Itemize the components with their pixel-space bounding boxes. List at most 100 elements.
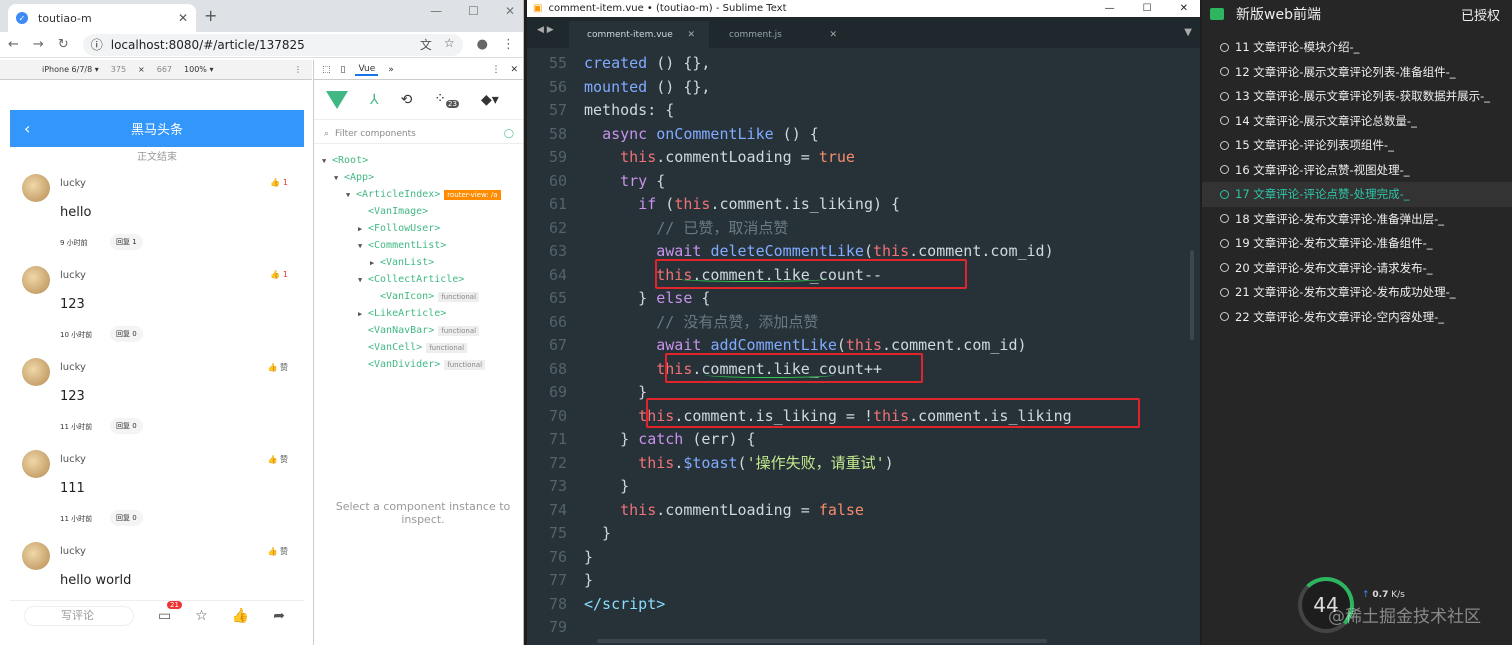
tree-node[interactable]: ▼ <ArticleIndex> router-view: /a <box>314 186 523 204</box>
lesson-item[interactable]: 16 文章评论-评论点赞-视图处理-_ <box>1202 158 1512 183</box>
collapse-arrow-icon[interactable]: ▼ <box>358 238 368 255</box>
tree-node[interactable]: ▶ <LikeArticle> <box>314 305 523 323</box>
avatar[interactable] <box>22 450 50 478</box>
device-width[interactable]: 375 <box>111 65 126 74</box>
more-icon[interactable]: ⋮ <box>294 65 302 74</box>
tab-dropdown-icon[interactable]: ▼ <box>1184 27 1192 38</box>
lesson-item[interactable]: 18 文章评论-发布文章评论-准备弹出层-_ <box>1202 207 1512 232</box>
avatar[interactable] <box>22 542 50 570</box>
menu-dots-icon[interactable]: ⋮ <box>502 37 515 52</box>
close-tab-icon[interactable]: ✕ <box>178 11 188 25</box>
tab-comment-item[interactable]: comment-item.vue ✕ <box>569 21 709 48</box>
lesson-item[interactable]: 11 文章评论-模块介绍-_ <box>1202 35 1512 60</box>
filter-components[interactable]: ⌕ Filter components ◯ <box>314 124 523 144</box>
sub-minimize-icon[interactable]: — <box>1105 3 1115 14</box>
reply-button[interactable]: 回复 0 <box>110 418 143 434</box>
zoom-select[interactable]: 100% ▾ <box>184 65 213 74</box>
back-icon[interactable]: ← <box>8 37 19 52</box>
lesson-item[interactable]: 19 文章评论-发布文章评论-准备组件-_ <box>1202 231 1512 256</box>
sub-maximize-icon[interactable]: ☐ <box>1143 3 1152 14</box>
comment-icon[interactable]: ▭ 21 <box>158 600 182 624</box>
star-icon[interactable]: ☆ <box>195 608 208 624</box>
write-comment-button[interactable]: 写评论 <box>24 605 134 626</box>
device-icon[interactable]: ▯ <box>341 65 346 75</box>
reply-button[interactable]: 回复 1 <box>110 234 143 250</box>
collapse-arrow-icon[interactable]: ▼ <box>322 153 332 170</box>
tree-node[interactable]: <VanIcon> functional <box>314 288 523 305</box>
collapse-arrow-icon[interactable]: ▼ <box>334 170 344 187</box>
expand-arrow-icon[interactable]: ▶ <box>358 221 368 238</box>
tab-comment-js[interactable]: comment.js ✕ <box>711 21 851 48</box>
tab-close-icon[interactable]: ✕ <box>829 30 837 40</box>
tree-node[interactable]: ▼ <CollectArticle> <box>314 271 523 289</box>
tab-close-icon[interactable]: ✕ <box>687 30 695 40</box>
tree-node[interactable]: <VanImage> <box>314 203 523 220</box>
vertical-scrollbar[interactable] <box>1190 250 1194 340</box>
tab-vue[interactable]: Vue <box>355 64 379 76</box>
history-icon[interactable]: ⟲ <box>401 92 413 108</box>
collapse-arrow-icon[interactable]: ▼ <box>358 272 368 289</box>
lesson-item[interactable]: 13 文章评论-展示文章评论列表-获取数据并展示-_ <box>1202 84 1512 109</box>
expand-arrow-icon[interactable]: ▶ <box>370 255 380 272</box>
comment-like-button[interactable]: 👍 赞 <box>267 454 288 465</box>
reply-button[interactable]: 回复 0 <box>110 326 143 342</box>
horizontal-scrollbar[interactable] <box>597 639 1047 643</box>
router-icon[interactable]: ◆▾ <box>481 92 499 108</box>
collapse-arrow-icon[interactable]: ▼ <box>346 187 356 204</box>
avatar[interactable] <box>22 174 50 202</box>
inspect-icon[interactable]: ⬚ <box>322 65 331 75</box>
share-icon[interactable]: ➦ <box>273 608 285 624</box>
expand-arrow-icon[interactable]: ▶ <box>358 306 368 323</box>
back-arrow-icon[interactable]: ‹ <box>24 119 30 138</box>
forward-icon[interactable]: → <box>33 37 44 52</box>
translate-icon[interactable]: 文 <box>420 36 432 53</box>
comment-like-button[interactable]: 👍 赞 <box>267 546 288 557</box>
tree-node[interactable]: ▼ <CommentList> <box>314 237 523 255</box>
avatar[interactable] <box>22 358 50 386</box>
sub-close-icon[interactable]: ✕ <box>1180 3 1188 14</box>
tree-node[interactable]: ▶ <VanList> <box>314 254 523 272</box>
lesson-item[interactable]: 21 文章评论-发布文章评论-发布成功处理-_ <box>1202 280 1512 305</box>
lesson-item[interactable]: 20 文章评论-发布文章评论-请求发布-_ <box>1202 256 1512 281</box>
tree-node[interactable]: ▼ <App> <box>314 169 523 187</box>
maximize-icon[interactable]: ☐ <box>468 4 479 18</box>
reply-button[interactable]: 回复 0 <box>110 510 143 526</box>
device-height[interactable]: 667 <box>157 65 172 74</box>
avatar[interactable] <box>22 266 50 294</box>
refresh-icon[interactable]: ◯ <box>504 129 514 139</box>
lesson-item[interactable]: 17 文章评论-评论点赞-处理完成-_ <box>1202 182 1512 207</box>
more-tabs-icon[interactable]: » <box>388 65 394 75</box>
lesson-item[interactable]: 14 文章评论-展示文章评论总数量-_ <box>1202 109 1512 134</box>
tree-node[interactable]: <VanDivider> functional <box>314 356 523 373</box>
vuex-icon[interactable]: ⁘ 23 <box>434 91 459 109</box>
lesson-item[interactable]: 22 文章评论-发布文章评论-空内容处理-_ <box>1202 305 1512 330</box>
new-tab-icon[interactable]: + <box>204 6 217 25</box>
close-window-icon[interactable]: ✕ <box>505 4 515 18</box>
profile-avatar-icon[interactable]: ● <box>477 37 488 52</box>
url-input[interactable]: ⓘ localhost:8080/#/article/137825 文 ☆ <box>82 33 463 56</box>
browser-tab[interactable]: ✓ toutiao-m ✕ <box>8 4 196 32</box>
lesson-title: 11 文章评论-模块介绍-_ <box>1235 40 1360 55</box>
play-circle-icon <box>1220 263 1229 273</box>
lesson-item[interactable]: 15 文章评论-评论列表项组件-_ <box>1202 133 1512 158</box>
lesson-item[interactable]: 12 文章评论-展示文章评论列表-准备组件-_ <box>1202 60 1512 85</box>
like-icon[interactable]: 👍 <box>232 608 249 624</box>
tab-nav-icon[interactable]: ◀ ▶ <box>537 25 554 35</box>
reload-icon[interactable]: ↻ <box>58 37 69 52</box>
line-number: 76 <box>548 547 567 566</box>
tree-node[interactable]: ▶ <FollowUser> <box>314 220 523 238</box>
tree-node[interactable]: <VanCell> functional <box>314 339 523 356</box>
components-tree-icon[interactable]: ⅄ <box>370 92 379 108</box>
bookmark-star-icon[interactable]: ☆ <box>444 36 455 53</box>
comment-like-button[interactable]: 👍 1 <box>270 270 288 279</box>
dt-menu-icon[interactable]: ⋮ <box>491 65 500 75</box>
dt-close-icon[interactable]: ✕ <box>510 65 518 75</box>
comment-like-button[interactable]: 👍 赞 <box>267 362 288 373</box>
tree-node[interactable]: <VanNavBar> functional <box>314 322 523 339</box>
device-select[interactable]: iPhone 6/7/8 ▾ <box>42 65 99 74</box>
info-icon[interactable]: ⓘ <box>91 36 103 53</box>
tree-node[interactable]: ▼ <Root> <box>314 152 523 170</box>
play-circle-icon <box>1220 312 1229 322</box>
minimize-icon[interactable]: — <box>430 4 442 18</box>
comment-like-button[interactable]: 👍 1 <box>270 178 288 187</box>
